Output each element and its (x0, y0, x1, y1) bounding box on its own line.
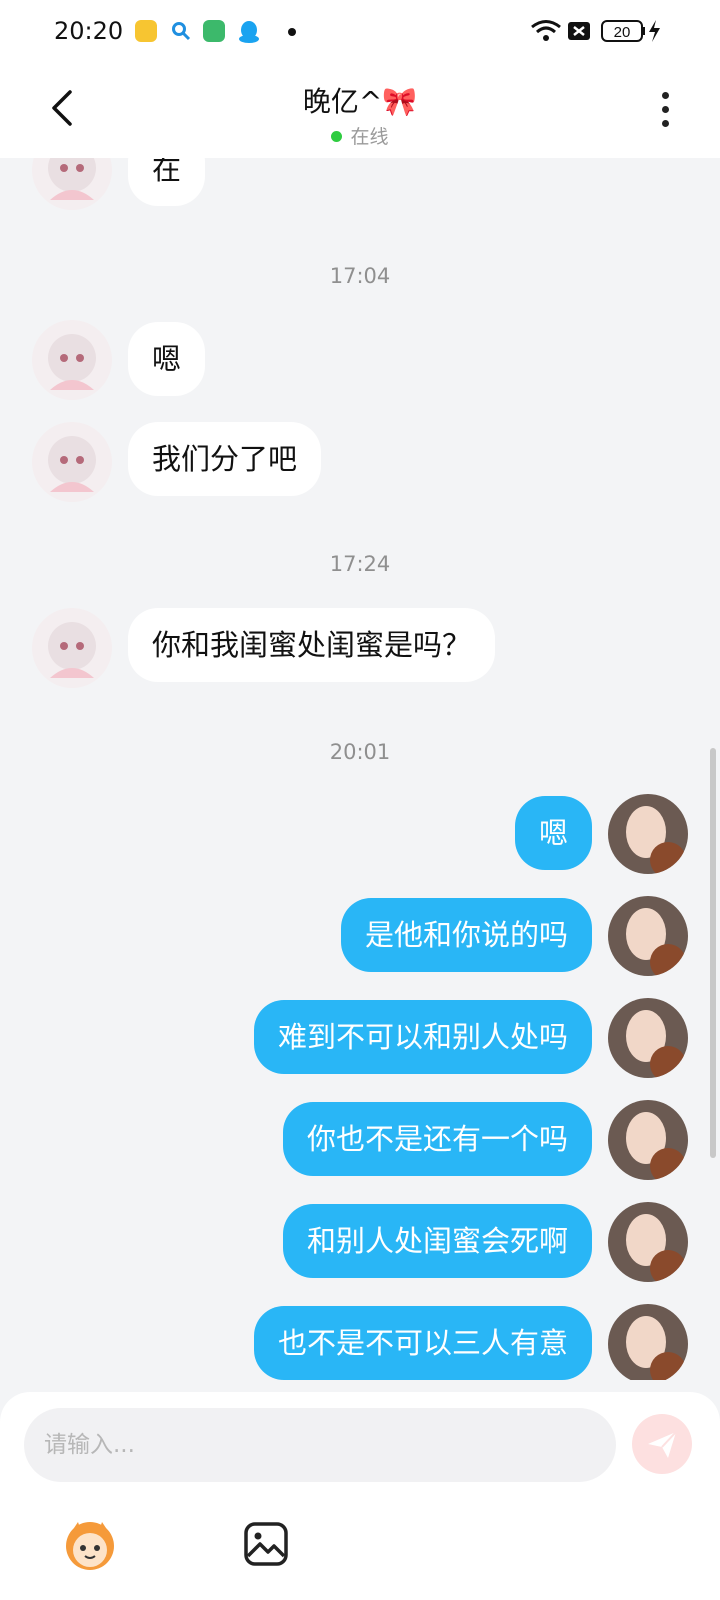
app-notification-icon (135, 20, 157, 42)
search-app-icon (170, 20, 192, 42)
image-button[interactable] (236, 1514, 296, 1574)
online-dot (331, 131, 343, 142)
message-bubble-in[interactable]: 嗯 (128, 322, 206, 396)
message-list[interactable]: 在 17:04 嗯 我们分了吧 17:24 你和我闺蜜处闺蜜是吗？ 20:01 … (0, 158, 720, 1380)
message-bubble-out[interactable]: 是他和你说的吗 (340, 898, 592, 972)
message-bubble-in[interactable]: 你和我闺蜜处闺蜜是吗？ (128, 608, 496, 682)
message-bubble-out[interactable]: 也不是不可以三人有意 (253, 1306, 592, 1380)
contact-avatar[interactable] (32, 422, 112, 502)
message-input[interactable]: 请输入... (24, 1408, 616, 1482)
online-status: 在线 (0, 122, 720, 149)
chat-header: 晚亿^🎀 在线 (0, 62, 720, 158)
timestamp: 17:24 (329, 552, 391, 576)
contact-avatar[interactable] (32, 158, 112, 210)
message-bubble-out[interactable]: 嗯 (514, 796, 592, 870)
contact-avatar[interactable] (32, 320, 112, 400)
message-bubble-in[interactable]: 我们分了吧 (128, 422, 322, 496)
message-bubble-in[interactable]: 在 (128, 158, 206, 206)
scrollbar[interactable] (710, 748, 716, 1158)
my-avatar[interactable] (608, 1304, 688, 1380)
battery-level: 20 (614, 24, 631, 41)
mascot-emoji-icon (66, 1522, 114, 1570)
my-avatar[interactable] (608, 896, 688, 976)
more-button[interactable] (662, 92, 670, 128)
contact-name: 晚亿^🎀 (302, 85, 418, 118)
status-indicators: 20 (530, 18, 670, 44)
timestamp: 20:01 (329, 740, 391, 764)
emoji-button[interactable] (60, 1514, 120, 1574)
send-icon (648, 1431, 677, 1458)
status-time: 20:20 (54, 17, 124, 45)
status-bar: 20:20 20 (0, 0, 720, 62)
send-button[interactable] (632, 1414, 692, 1474)
my-avatar[interactable] (608, 794, 688, 874)
timestamp: 17:04 (329, 264, 391, 288)
my-avatar[interactable] (608, 1202, 688, 1282)
wifi-battery-icon: 20 (531, 20, 660, 42)
message-bubble-out[interactable]: 你也不是还有一个吗 (282, 1102, 592, 1176)
contact-avatar[interactable] (32, 608, 112, 688)
image-icon (244, 1522, 288, 1566)
qq-app-icon (238, 20, 260, 43)
message-bubble-out[interactable]: 难到不可以和别人处吗 (253, 1000, 592, 1074)
composer: 请输入... (0, 1392, 720, 1600)
store-app-icon (203, 20, 225, 42)
notification-dot (288, 28, 296, 36)
my-avatar[interactable] (608, 998, 688, 1078)
message-bubble-out[interactable]: 和别人处闺蜜会死啊 (282, 1204, 592, 1278)
my-avatar[interactable] (608, 1100, 688, 1180)
